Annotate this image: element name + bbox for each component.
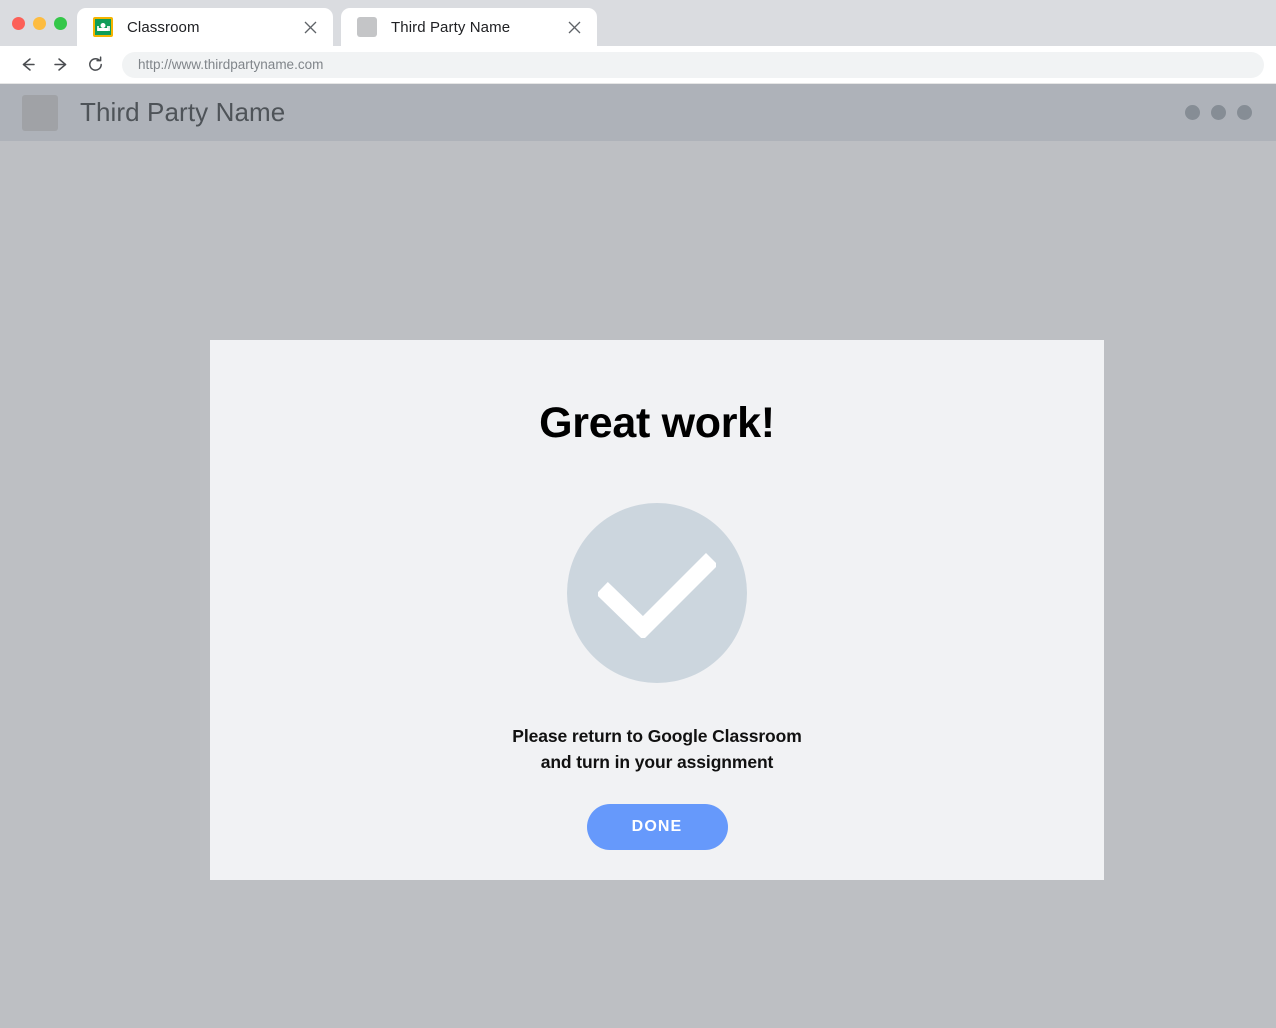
- back-arrow-icon[interactable]: [12, 50, 42, 80]
- reload-icon[interactable]: [80, 50, 110, 80]
- tab-classroom[interactable]: Classroom: [77, 8, 333, 46]
- header-menu-dots-icon[interactable]: [1185, 105, 1252, 120]
- window-zoom-button[interactable]: [54, 16, 67, 30]
- page-content: Great work! Please return to Google Clas…: [0, 141, 1276, 1028]
- menu-dot: [1185, 105, 1200, 120]
- menu-dot: [1237, 105, 1252, 120]
- browser-toolbar: http://www.thirdpartyname.com: [0, 46, 1276, 84]
- window-minimize-button[interactable]: [33, 16, 46, 30]
- card-heading: Great work!: [539, 399, 775, 447]
- tab-third-party-name[interactable]: Third Party Name: [341, 8, 597, 46]
- completion-card: Great work! Please return to Google Clas…: [210, 340, 1104, 880]
- tab-third-party-name-title: Third Party Name: [391, 18, 511, 36]
- page-viewport: Third Party Name Great work! Please retu…: [0, 84, 1276, 1028]
- done-button[interactable]: DONE: [586, 804, 728, 850]
- site-header: Third Party Name: [0, 84, 1276, 141]
- menu-dot: [1211, 105, 1226, 120]
- browser-tab-strip: Classroom Third Party Name: [0, 0, 1276, 46]
- tab-close-icon[interactable]: [563, 16, 585, 38]
- card-message-line-2: and turn in your assignment: [540, 752, 774, 772]
- site-logo-placeholder: [22, 94, 58, 131]
- checkmark-icon: [567, 503, 747, 683]
- address-bar[interactable]: http://www.thirdpartyname.com: [122, 51, 1264, 78]
- forward-arrow-icon[interactable]: [46, 50, 76, 80]
- browser-window: Classroom Third Party Name http://www.th…: [0, 0, 1276, 1028]
- site-title: Third Party Name: [80, 97, 286, 127]
- google-classroom-icon: [93, 17, 113, 37]
- window-traffic-lights: [0, 0, 77, 46]
- tab-list: Classroom Third Party Name: [77, 0, 597, 46]
- generic-site-icon: [357, 17, 377, 37]
- tab-close-icon[interactable]: [299, 16, 321, 38]
- tab-classroom-title: Classroom: [127, 18, 200, 36]
- card-message: Please return to Google Classroom and tu…: [512, 723, 802, 775]
- window-close-button[interactable]: [12, 16, 25, 30]
- card-message-line-1: Please return to Google Classroom: [512, 726, 802, 746]
- address-bar-url: http://www.thirdpartyname.com: [138, 57, 324, 72]
